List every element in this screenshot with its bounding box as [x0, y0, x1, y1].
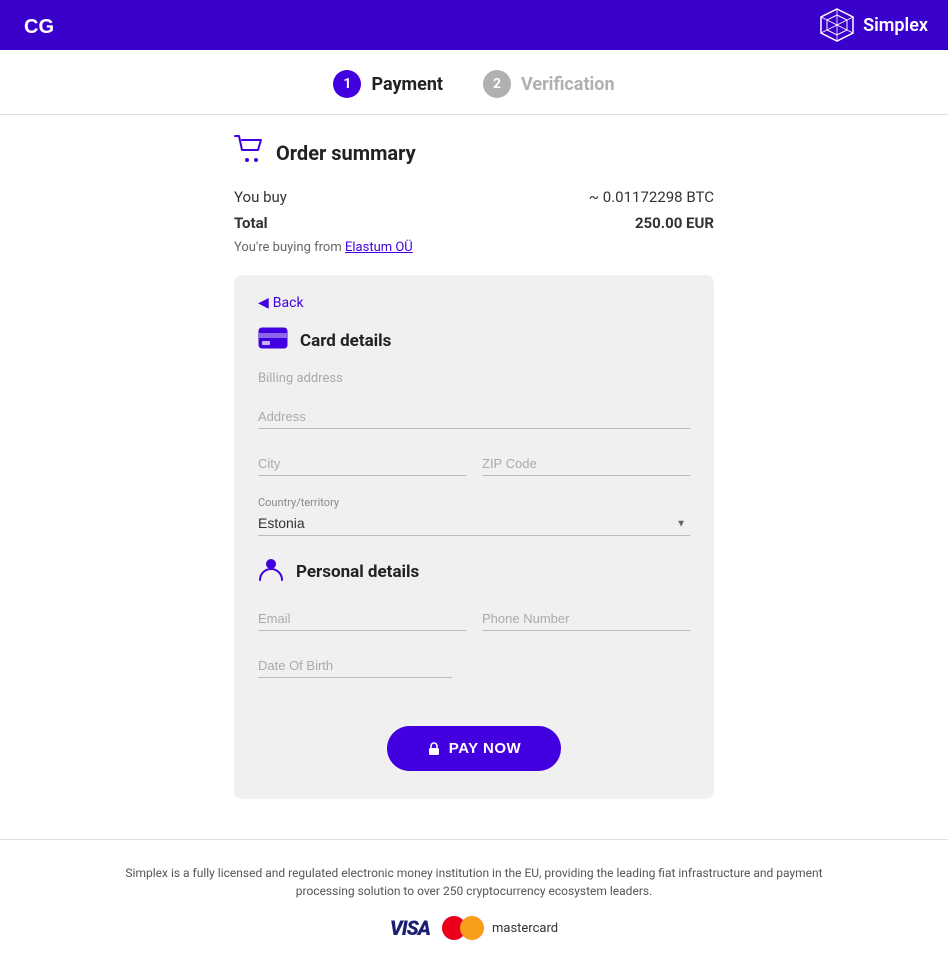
step-payment: 1 Payment [333, 70, 443, 98]
city-input[interactable] [258, 449, 466, 476]
phone-input[interactable] [482, 604, 690, 631]
coingate-logo-area: CG [20, 7, 64, 43]
you-buy-label: You buy [234, 188, 287, 206]
address-input-group [258, 402, 690, 429]
zip-input[interactable] [482, 449, 690, 476]
footer-text: Simplex is a fully licensed and regulate… [124, 864, 824, 900]
back-link[interactable]: ◀ Back [258, 295, 690, 311]
total-value: 250.00 EUR [635, 214, 714, 232]
order-summary-title-row: Order summary [234, 135, 714, 170]
content-wrapper: Order summary You buy ~ 0.01172298 BTC T… [224, 115, 724, 799]
step-verification: 2 Verification [483, 70, 615, 98]
step2-circle: 2 [483, 70, 511, 98]
step1-circle: 1 [333, 70, 361, 98]
visa-logo: VISA [390, 916, 430, 940]
address-input[interactable] [258, 402, 690, 429]
simplex-logo-area: Simplex [819, 7, 928, 43]
payment-methods: VISA mastercard [20, 916, 928, 940]
billing-address-label: Billing address [258, 371, 690, 386]
city-input-group [258, 449, 466, 476]
person-icon [258, 556, 284, 588]
step1-label: Payment [371, 74, 443, 95]
card-details-title-row: Card details [258, 327, 690, 355]
simplex-icon [819, 7, 855, 43]
city-zip-row [258, 449, 690, 496]
main-content: Order summary You buy ~ 0.01172298 BTC T… [0, 115, 948, 839]
email-input-group [258, 604, 466, 631]
total-row: Total 250.00 EUR [234, 214, 714, 232]
country-input-group: Country/territory Estonia Latvia Lithuan… [258, 496, 690, 536]
order-summary-section: Order summary You buy ~ 0.01172298 BTC T… [234, 115, 714, 265]
lock-icon [427, 742, 441, 756]
step2-label: Verification [521, 74, 615, 95]
coingate-logo-icon: CG [20, 7, 64, 43]
you-buy-value: ~ 0.01172298 BTC [589, 188, 714, 206]
country-select-wrapper: Estonia Latvia Lithuania Finland Germany… [258, 511, 690, 536]
zip-input-group [482, 449, 690, 476]
pay-now-container: PAY NOW [258, 702, 690, 771]
country-label: Country/territory [258, 496, 690, 509]
pay-now-button[interactable]: PAY NOW [387, 726, 561, 771]
country-select[interactable]: Estonia Latvia Lithuania Finland Germany… [258, 511, 690, 536]
personal-details-section: Personal details [258, 556, 690, 678]
back-arrow-icon: ◀ [258, 295, 269, 311]
email-phone-row [258, 604, 690, 651]
simplex-label: Simplex [863, 15, 928, 36]
card-details-title-text: Card details [300, 331, 391, 351]
pay-now-label: PAY NOW [449, 740, 521, 757]
svg-text:CG: CG [24, 16, 54, 38]
phone-input-group [482, 604, 690, 631]
dob-input-group [258, 651, 452, 678]
footer: Simplex is a fully licensed and regulate… [0, 839, 948, 964]
mastercard-label: mastercard [492, 921, 558, 936]
total-label: Total [234, 214, 268, 232]
merchant-link[interactable]: Elastum OÜ [345, 240, 413, 255]
personal-details-title-text: Personal details [296, 562, 419, 582]
personal-details-title-row: Personal details [258, 556, 690, 588]
cart-icon [234, 135, 264, 170]
mastercard-logo: mastercard [442, 916, 558, 940]
order-summary-title-text: Order summary [276, 141, 416, 165]
buying-from: You're buying from Elastum OÜ [234, 240, 714, 255]
mastercard-yellow-circle [460, 916, 484, 940]
header: CG Simplex [0, 0, 948, 50]
steps-container: 1 Payment 2 Verification [0, 50, 948, 115]
card-icon [258, 327, 288, 355]
form-card: ◀ Back Card details Billing address [234, 275, 714, 799]
dob-input[interactable] [258, 651, 452, 678]
email-input[interactable] [258, 604, 466, 631]
you-buy-row: You buy ~ 0.01172298 BTC [234, 188, 714, 206]
